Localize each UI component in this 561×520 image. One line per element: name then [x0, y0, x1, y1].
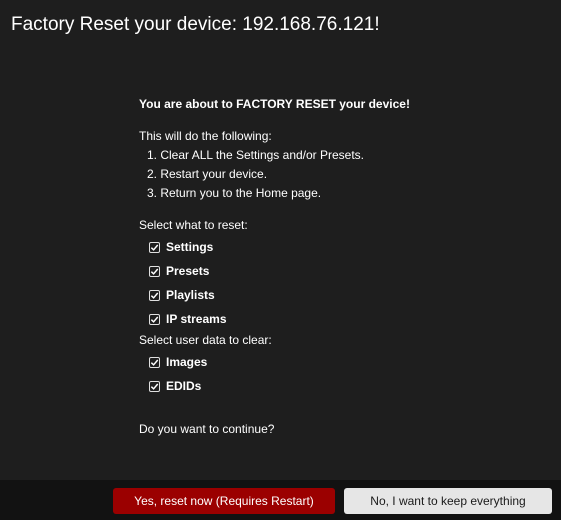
checkbox-checked-icon[interactable]	[149, 289, 160, 301]
factory-reset-dialog: Factory Reset your device: 192.168.76.12…	[0, 0, 561, 520]
dialog-content: You are about to FACTORY RESET your devi…	[139, 95, 549, 439]
option-label: Images	[166, 354, 208, 369]
list-item: 3. Return you to the Home page.	[147, 186, 322, 200]
checkbox-checked-icon[interactable]	[149, 265, 160, 277]
checkbox-checked-icon[interactable]	[149, 356, 160, 368]
reset-section-label: Select what to reset:	[139, 218, 248, 232]
checkbox-checked-icon[interactable]	[149, 380, 160, 392]
option-label: Playlists	[166, 287, 215, 302]
option-images[interactable]: Images	[139, 350, 549, 374]
checkbox-checked-icon[interactable]	[149, 241, 160, 253]
dialog-footer: Yes, reset now (Requires Restart) No, I …	[0, 480, 561, 520]
steps-list: 1. Clear ALL the Settings and/or Presets…	[139, 146, 549, 203]
clear-section-label: Select user data to clear:	[139, 333, 272, 347]
cancel-button[interactable]: No, I want to keep everything	[344, 488, 552, 514]
option-label: Settings	[166, 239, 214, 254]
option-ip-streams[interactable]: IP streams	[139, 307, 549, 331]
dialog-title: Factory Reset your device: 192.168.76.12…	[11, 14, 380, 35]
option-playlists[interactable]: Playlists	[139, 283, 549, 307]
option-label: IP streams	[166, 311, 227, 326]
confirm-reset-button[interactable]: Yes, reset now (Requires Restart)	[113, 488, 335, 514]
warning-text: You are about to FACTORY RESET your devi…	[139, 97, 410, 111]
checkbox-checked-icon[interactable]	[149, 313, 160, 325]
option-settings[interactable]: Settings	[139, 235, 549, 259]
option-label: Presets	[166, 263, 210, 278]
option-edids[interactable]: EDIDs	[139, 374, 549, 398]
option-label: EDIDs	[166, 378, 202, 393]
intro-text: This will do the following:	[139, 129, 272, 143]
confirm-question: Do you want to continue?	[139, 422, 275, 436]
list-item: 1. Clear ALL the Settings and/or Presets…	[147, 148, 365, 162]
list-item: 2. Restart your device.	[147, 167, 268, 181]
option-presets[interactable]: Presets	[139, 259, 549, 283]
